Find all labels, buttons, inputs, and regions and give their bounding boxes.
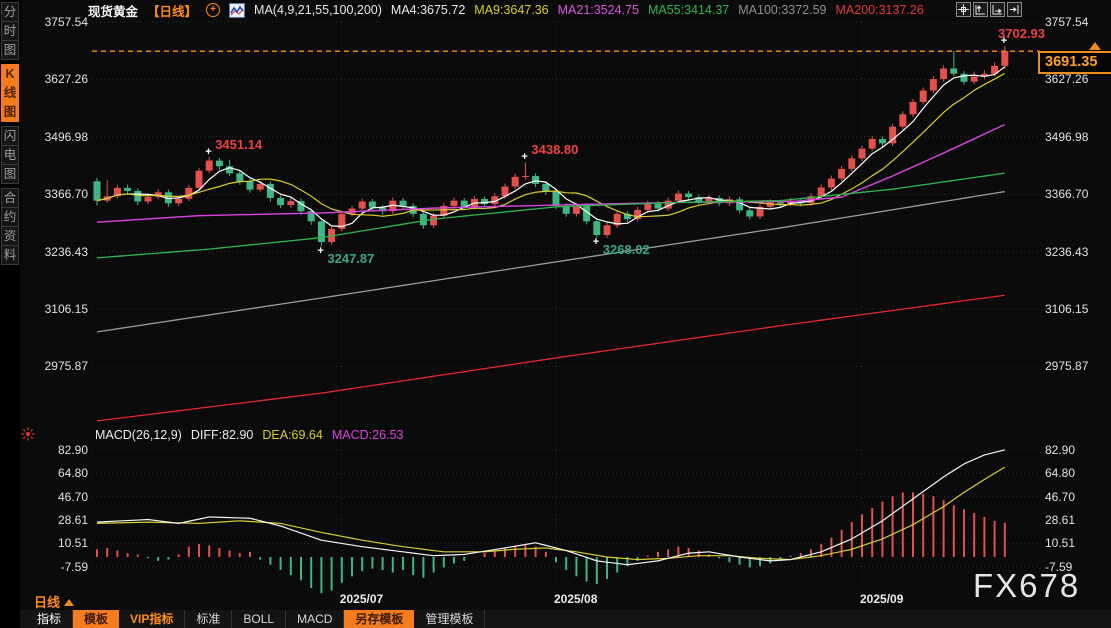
add-indicator-icon[interactable]: +: [206, 3, 221, 17]
sidebar-tab-char: 时: [1, 21, 19, 41]
sidebar-tab-char: 资: [1, 226, 19, 246]
bottom-tab-另存模板[interactable]: 另存模板: [344, 610, 415, 628]
period-tag[interactable]: 【日线】: [147, 1, 197, 20]
ma-config: MA(4,9,21,55,100,200): [254, 3, 382, 17]
crosshair-icon[interactable]: [956, 2, 971, 17]
current-price-box: 3691.35: [1038, 51, 1111, 74]
sidebar: 分时图K线图闪电图合约资料: [0, 0, 20, 628]
chevron-up-icon: [64, 599, 75, 606]
extreme-marker: +: [592, 235, 600, 248]
chart-toolbar: [956, 2, 1022, 17]
high-annotation: 3451.14: [215, 136, 263, 152]
bottom-toolbar: 指标 模板 VIP指标 标准 BOLL MACD 另存模板 管理模板: [20, 610, 1111, 628]
high-annotation: 3702.93: [998, 26, 1045, 42]
bottom-tab-MACD[interactable]: MACD: [286, 610, 345, 628]
x-axis-zoom-icon[interactable]: [990, 2, 1005, 17]
sidebar-tab-char: 约: [1, 207, 19, 227]
sidebar-tab-char: 料: [1, 245, 19, 265]
sidebar-tab-char: 分: [1, 2, 19, 22]
price-up-arrow-icon: [1089, 42, 1101, 50]
chart-type-icon[interactable]: [229, 2, 246, 18]
ma-values: MA4:3675.72 MA9:3647.36 MA21:3524.75 MA55:3…: [391, 3, 924, 17]
sidebar-tab-flash-chart[interactable]: 闪电图: [1, 126, 20, 184]
macd-diff-value: DIFF:82.90: [190, 428, 254, 442]
sidebar-tab-char: 图: [1, 102, 19, 122]
sidebar-tab-char: 线: [1, 83, 19, 103]
bottom-tab-VIP指标[interactable]: VIP指标: [119, 610, 186, 628]
ma-value-0: MA4:3675.72: [390, 3, 466, 17]
ma-value-2: MA21:3524.75: [557, 3, 639, 17]
low-annotation: 3268.02: [602, 241, 650, 257]
sidebar-tab-char: 电: [1, 145, 19, 165]
go-to-latest-icon[interactable]: [1007, 2, 1022, 17]
alert-burst-icon: [21, 427, 35, 446]
ma-value-1: MA9:3647.36: [474, 3, 549, 17]
y-axis-zoom-icon[interactable]: [973, 2, 988, 17]
extreme-marker: +: [317, 244, 324, 257]
macd-title: MACD(26,12,9): [95, 428, 182, 442]
ma-value-5: MA200:3137.26: [835, 3, 924, 17]
sidebar-tab-contract-info[interactable]: 合约资料: [1, 188, 20, 265]
symbol-name: 现货黄金: [88, 4, 139, 19]
ma-value-4: MA100:3372.59: [738, 3, 827, 17]
high-annotation: 3438.80: [531, 142, 579, 158]
ma-value-3: MA55:3414.37: [647, 3, 730, 17]
bottom-tab-BOLL[interactable]: BOLL: [232, 610, 287, 628]
sidebar-tab-char: 图: [1, 164, 19, 184]
sidebar-tab-char: K: [1, 64, 19, 84]
bottom-tab-标准[interactable]: 标准: [185, 610, 233, 628]
bottom-tab-指标[interactable]: 指标: [26, 610, 74, 628]
bottom-tab-管理模板[interactable]: 管理模板: [414, 610, 486, 628]
low-annotation: 3247.87: [327, 250, 375, 266]
sidebar-tab-candle-chart[interactable]: K线图: [1, 64, 20, 122]
period-selector[interactable]: 日线: [34, 592, 75, 611]
sidebar-tab-char: 合: [1, 188, 19, 208]
chart-canvas[interactable]: [0, 0, 1111, 628]
extreme-marker: +: [205, 145, 212, 158]
extreme-marker: +: [521, 151, 528, 164]
sidebar-tab-char: 图: [1, 40, 19, 60]
macd-header: MACD(26,12,9) DIFF:82.90 DEA:69.64 MACD:…: [95, 428, 403, 442]
chart-header: 现货黄金 【日线】 + MA(4,9,21,55,100,200) MA4:36…: [88, 1, 924, 19]
bottom-tab-模板[interactable]: 模板: [73, 610, 120, 628]
macd-macd-value: MACD:26.53: [331, 428, 404, 442]
macd-dea-value: DEA:69.64: [262, 428, 323, 442]
sidebar-tab-char: 闪: [1, 126, 19, 146]
watermark: FX678: [973, 567, 1081, 604]
period-selector-label: 日线: [34, 595, 61, 610]
sidebar-tab-time-chart[interactable]: 分时图: [1, 2, 20, 60]
chart-app: 分时图K线图闪电图合约资料 现货黄金 【日线】 + MA(4,9,21,55,1…: [0, 0, 1111, 628]
